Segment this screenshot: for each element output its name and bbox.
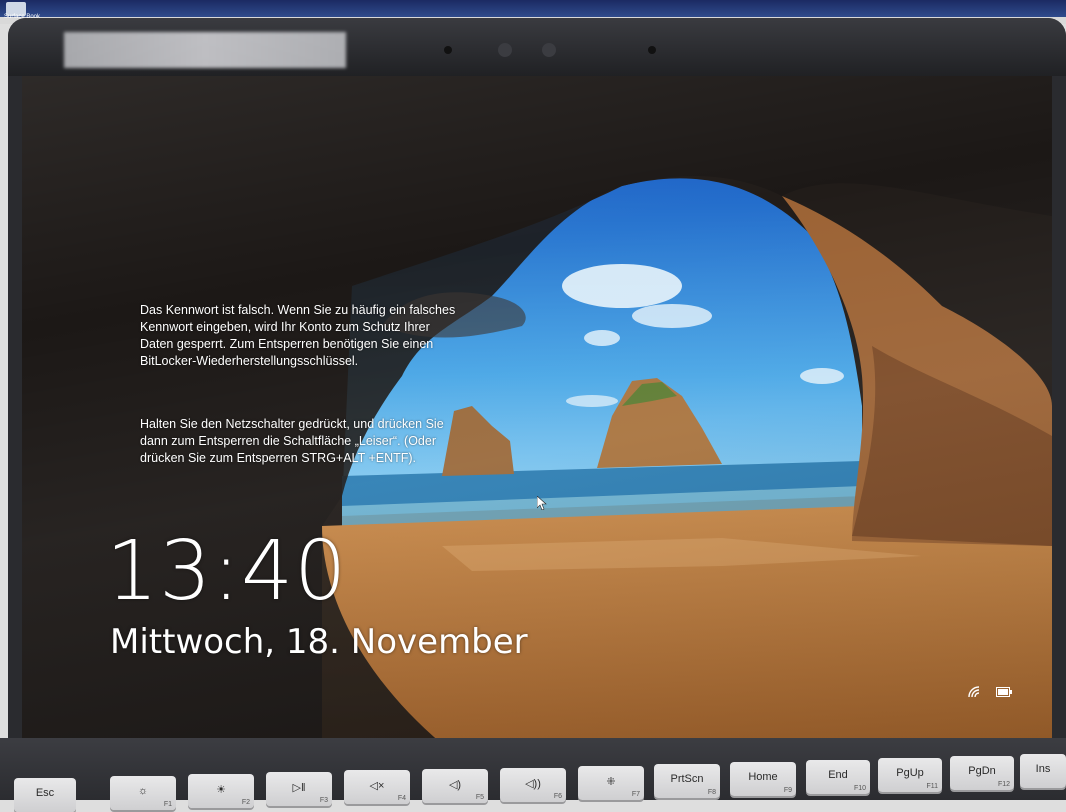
key-esc[interactable]: Esc xyxy=(14,778,76,812)
key-prtscn[interactable]: PrtScn F8 xyxy=(654,764,720,798)
key-f4[interactable]: ◁× F4 xyxy=(344,770,410,804)
key-pgup[interactable]: PgUp F11 xyxy=(878,758,942,792)
camera-icon xyxy=(498,43,512,57)
key-home[interactable]: Home F9 xyxy=(730,762,796,796)
key-f7[interactable]: ⁜ F7 xyxy=(578,766,644,800)
key-ins[interactable]: Ins xyxy=(1020,754,1066,788)
keyboard: Esc ☼ F1 ☀ F2 ▷‖ F3 ◁× F4 ◁) F5 ◁)) F6 ⁜ F7 Prt… xyxy=(0,738,1066,812)
mouse-cursor-icon xyxy=(537,496,547,510)
battery-icon[interactable] xyxy=(996,687,1012,697)
top-bezel xyxy=(8,18,1066,76)
ir-camera-icon xyxy=(542,43,556,57)
key-f5[interactable]: ◁) F5 xyxy=(422,769,488,803)
key-f2[interactable]: ☀ F2 xyxy=(188,774,254,808)
blurred-sticker xyxy=(64,32,346,68)
key-pgdn[interactable]: PgDn F12 xyxy=(950,756,1014,790)
lock-screen[interactable]: Das Kennwort ist falsch. Wenn Sie zu häu… xyxy=(22,76,1052,744)
key-f6[interactable]: ◁)) F6 xyxy=(500,768,566,802)
wrong-password-message: Das Kennwort ist falsch. Wenn Sie zu häu… xyxy=(140,303,456,368)
sensor-dot xyxy=(648,46,656,54)
wifi-icon[interactable] xyxy=(968,686,982,698)
unlock-instructions: Halten Sie den Netzschalter gedrückt, un… xyxy=(140,417,444,465)
lock-screen-time: 13:40 xyxy=(106,524,348,619)
sensor-dot xyxy=(444,46,452,54)
lock-screen-date: Mittwoch, 18. November xyxy=(110,622,528,662)
key-end[interactable]: End F10 xyxy=(806,760,870,794)
status-area xyxy=(968,686,1012,698)
key-f1[interactable]: ☼ F1 xyxy=(110,776,176,810)
key-f3[interactable]: ▷‖ F3 xyxy=(266,772,332,806)
tablet-device: Das Kennwort ist falsch. Wenn Sie zu häu… xyxy=(8,18,1066,778)
